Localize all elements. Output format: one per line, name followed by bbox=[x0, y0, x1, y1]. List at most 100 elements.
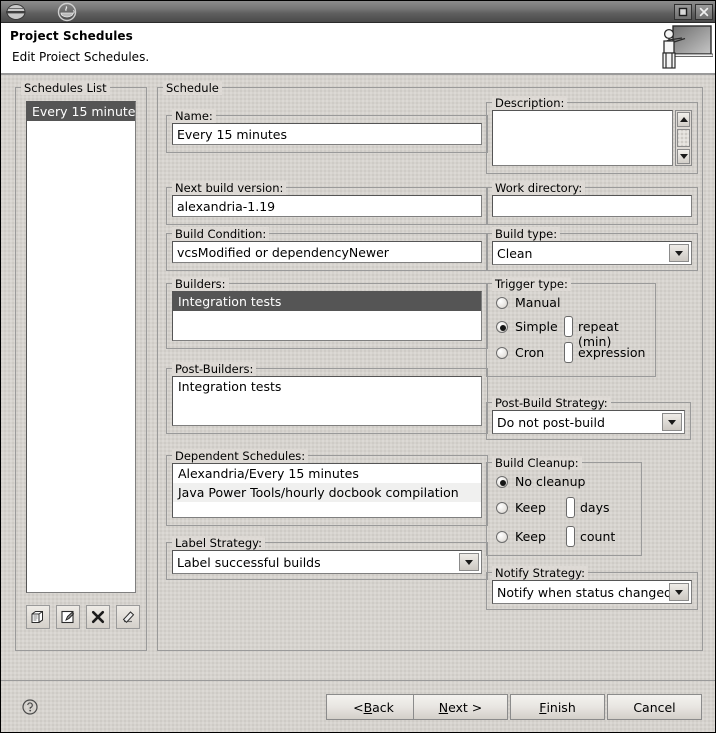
next-button[interactable]: Next > bbox=[413, 694, 508, 720]
build-cleanup-days-label: Keep bbox=[515, 500, 546, 515]
build-cleanup-option-none[interactable]: No cleanup bbox=[496, 474, 585, 489]
list-item[interactable]: Alexandria/Every 15 minutes bbox=[173, 464, 481, 483]
label-strategy-value: Label successful builds bbox=[177, 554, 321, 570]
build-condition-input[interactable]: vcsModified or dependencyNewer bbox=[172, 241, 482, 263]
build-cleanup-option-days[interactable]: Keep bbox=[496, 500, 546, 515]
help-icon[interactable] bbox=[21, 698, 39, 716]
trigger-repeat-input[interactable] bbox=[564, 316, 573, 337]
edit-schedule-button[interactable] bbox=[56, 605, 80, 629]
next-button-mnemonic: N bbox=[438, 699, 449, 715]
trigger-type-cron-label: Cron bbox=[515, 345, 545, 360]
radio-icon[interactable] bbox=[496, 346, 508, 359]
description-textarea[interactable] bbox=[492, 110, 673, 166]
build-cleanup-count-unit: count bbox=[580, 529, 615, 544]
label-strategy-select[interactable]: Label successful builds bbox=[172, 550, 482, 574]
dialog-button-bar: < Back Next > Finish Cancel bbox=[1, 680, 715, 732]
page-title: Project Schedules bbox=[10, 29, 133, 43]
window-menu-icon[interactable] bbox=[5, 3, 31, 21]
presenter-at-whiteboard-icon bbox=[655, 23, 714, 73]
cancel-button[interactable]: Cancel bbox=[607, 694, 702, 720]
build-cleanup-label: Build Cleanup: bbox=[492, 456, 582, 470]
project-schedules-window: Project Schedules Edit Proiect Schedules… bbox=[0, 0, 716, 733]
back-button-label-pre: < bbox=[353, 699, 364, 715]
build-type-group: Build type: Clean bbox=[486, 227, 698, 271]
build-cleanup-option-count[interactable]: Keep bbox=[496, 529, 546, 544]
build-cleanup-count-input[interactable] bbox=[566, 526, 575, 547]
cancel-button-label: Cancel bbox=[633, 699, 676, 715]
wizard-header: Project Schedules Edit Proiect Schedules… bbox=[1, 23, 715, 75]
next-build-version-label: Next build version: bbox=[172, 181, 286, 195]
build-condition-group: Build Condition: vcsModified or dependen… bbox=[166, 227, 488, 271]
build-cleanup-days-unit: days bbox=[580, 500, 610, 515]
radio-icon[interactable] bbox=[496, 296, 508, 309]
work-directory-label: Work directory: bbox=[492, 181, 585, 195]
trigger-type-simple-label: Simple bbox=[515, 319, 558, 334]
list-item[interactable]: Every 15 minutes bbox=[27, 102, 135, 121]
description-label: Description: bbox=[492, 96, 567, 110]
scroll-down-icon[interactable] bbox=[677, 149, 690, 164]
builders-group: Builders: Integration tests bbox=[166, 277, 488, 349]
list-item[interactable]: Java Power Tools/hourly docbook compilat… bbox=[173, 483, 481, 502]
list-item[interactable]: Integration tests bbox=[173, 377, 481, 396]
description-scrollbar[interactable] bbox=[675, 110, 692, 166]
title-bar[interactable] bbox=[1, 1, 715, 23]
notify-strategy-value: Notify when status changed bbox=[497, 584, 672, 600]
next-build-version-group: Next build version: alexandria-1.19 bbox=[166, 181, 488, 225]
chevron-down-icon[interactable] bbox=[662, 413, 682, 431]
maximize-icon[interactable] bbox=[674, 3, 692, 20]
schedules-listbox[interactable]: Every 15 minutes bbox=[26, 101, 136, 593]
post-builders-group: Post-Builders: Integration tests bbox=[166, 362, 488, 434]
wizard-content: Schedules List Every 15 minutes Schedule… bbox=[1, 75, 715, 680]
trigger-type-manual-label: Manual bbox=[515, 295, 561, 310]
build-type-value: Clean bbox=[497, 245, 533, 261]
work-directory-group: Work directory: bbox=[486, 181, 698, 225]
notify-strategy-label: Notify Strategy: bbox=[492, 566, 588, 580]
trigger-expression-text: expression bbox=[578, 345, 646, 360]
java-coffee-icon bbox=[57, 2, 77, 22]
trigger-type-option-manual[interactable]: Manual bbox=[496, 295, 560, 310]
name-input[interactable]: Every 15 minutes bbox=[172, 123, 482, 145]
work-directory-input[interactable] bbox=[492, 195, 692, 217]
build-cleanup-days-unit-text: days bbox=[580, 500, 610, 515]
chevron-down-icon[interactable] bbox=[669, 244, 689, 262]
schedules-list-title: Schedules List bbox=[21, 81, 110, 95]
back-button[interactable]: < Back bbox=[326, 694, 421, 720]
build-cleanup-group: Build Cleanup: No cleanup Keep days Keep bbox=[486, 456, 642, 556]
chevron-down-icon[interactable] bbox=[459, 553, 479, 571]
clear-schedule-button[interactable] bbox=[116, 605, 140, 629]
close-icon[interactable] bbox=[695, 3, 713, 20]
builders-listbox[interactable]: Integration tests bbox=[172, 291, 482, 341]
list-item[interactable]: Integration tests bbox=[173, 292, 481, 311]
build-type-label: Build type: bbox=[492, 227, 560, 241]
trigger-type-option-simple[interactable]: Simple bbox=[496, 319, 558, 334]
next-build-version-input[interactable]: alexandria-1.19 bbox=[172, 195, 482, 217]
radio-icon[interactable] bbox=[496, 530, 508, 543]
notify-strategy-select[interactable]: Notify when status changed bbox=[492, 580, 692, 604]
name-group: Name: Every 15 minutes bbox=[166, 109, 488, 153]
label-strategy-group: Label Strategy: Label successful builds bbox=[166, 536, 488, 580]
trigger-expression-input[interactable] bbox=[564, 342, 573, 363]
build-cleanup-days-input[interactable] bbox=[566, 497, 575, 518]
header-divider bbox=[1, 73, 715, 74]
post-build-strategy-label: Post-Build Strategy: bbox=[492, 396, 611, 410]
post-build-strategy-select[interactable]: Do not post-build bbox=[492, 410, 685, 434]
delete-schedule-button[interactable] bbox=[86, 605, 110, 629]
post-builders-listbox[interactable]: Integration tests bbox=[172, 376, 482, 426]
build-cleanup-count-label: Keep bbox=[515, 529, 546, 544]
trigger-type-group: Trigger type: Manual Simple repeat (min)… bbox=[486, 277, 656, 377]
radio-icon[interactable] bbox=[496, 475, 508, 488]
schedule-group: Schedule Name: Every 15 minutes Next bui… bbox=[157, 81, 703, 651]
copy-schedule-button[interactable] bbox=[26, 605, 50, 629]
dependent-schedules-listbox[interactable]: Alexandria/Every 15 minutes Java Power T… bbox=[172, 463, 482, 518]
chevron-down-icon[interactable] bbox=[669, 583, 689, 601]
scrollbar-thumb[interactable] bbox=[677, 129, 690, 147]
scroll-up-icon[interactable] bbox=[677, 112, 690, 127]
post-build-strategy-value: Do not post-build bbox=[497, 414, 605, 430]
finish-button[interactable]: Finish bbox=[510, 694, 605, 720]
build-type-select[interactable]: Clean bbox=[492, 241, 692, 265]
label-strategy-label: Label Strategy: bbox=[172, 536, 265, 550]
radio-icon[interactable] bbox=[496, 320, 508, 333]
radio-icon[interactable] bbox=[496, 501, 508, 514]
trigger-type-option-cron[interactable]: Cron bbox=[496, 345, 544, 360]
post-builders-label: Post-Builders: bbox=[172, 362, 256, 376]
